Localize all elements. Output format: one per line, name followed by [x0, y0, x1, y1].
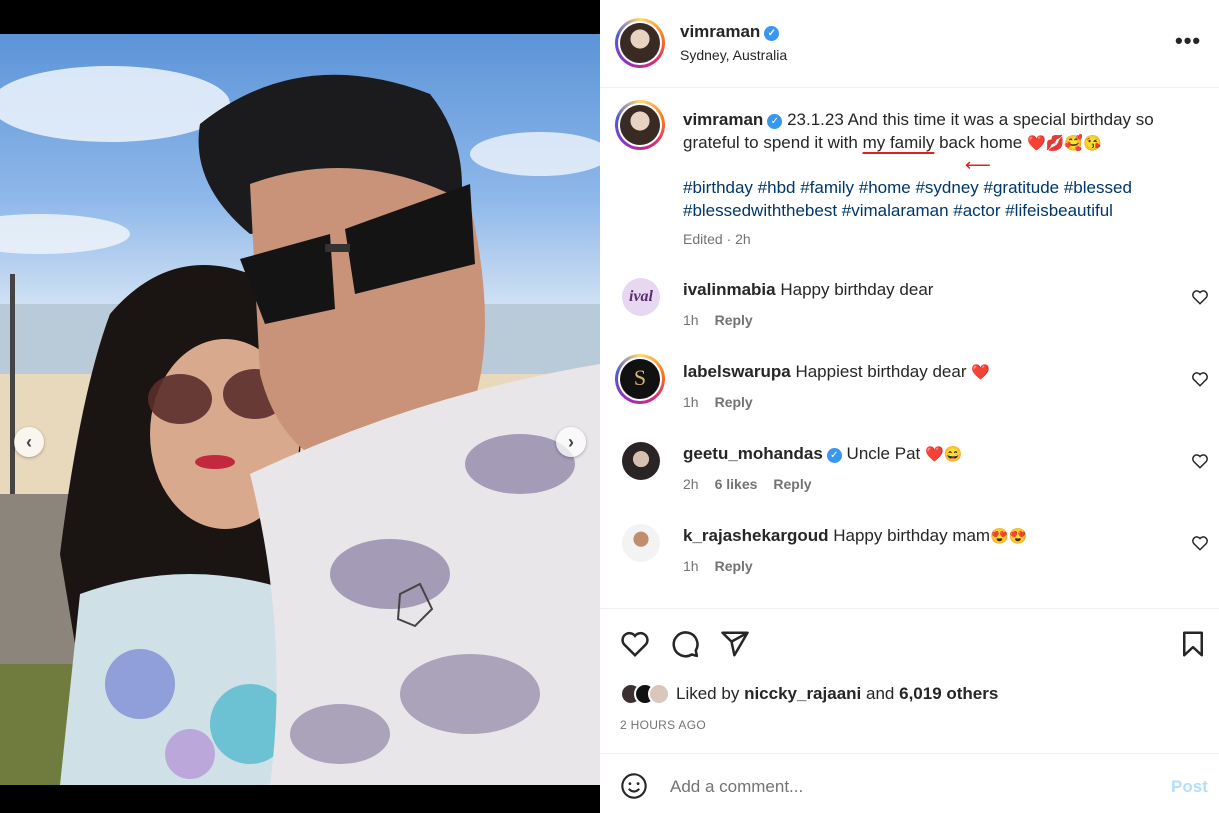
caption-body-end: back home: [939, 133, 1023, 152]
like-comment-heart-icon[interactable]: [1191, 370, 1209, 388]
chevron-left-icon: ‹: [26, 431, 32, 452]
comment-likes[interactable]: 6 likes: [715, 476, 758, 492]
bookmark-icon[interactable]: [1178, 629, 1208, 659]
commenter-avatar-logo: S: [620, 359, 660, 399]
comment-time: 2h: [683, 476, 699, 492]
previous-image-button[interactable]: ‹: [14, 427, 44, 457]
smile-icon[interactable]: [620, 772, 648, 800]
author-avatar[interactable]: [615, 18, 665, 68]
commenter-avatar[interactable]: ival: [622, 278, 660, 316]
liked-by-user[interactable]: niccky_rajaani: [744, 684, 861, 703]
commenter-username[interactable]: k_rajashekargoud: [683, 526, 829, 545]
post-actions: Liked by niccky_rajaani and 6,019 others…: [600, 608, 1219, 753]
commenter-avatar[interactable]: [622, 524, 660, 562]
verified-icon: ✓: [764, 26, 780, 41]
liked-by-others[interactable]: 6,019 others: [899, 684, 998, 703]
caption-edited-time: Edited · 2h: [683, 231, 751, 247]
caption-text: vimraman ✓ 23.1.23 And this time it was a…: [683, 108, 1183, 155]
reply-button[interactable]: Reply: [715, 558, 753, 574]
comment-input[interactable]: Add a comment...: [670, 777, 803, 797]
author-username[interactable]: vimraman: [680, 22, 760, 41]
add-comment-bar: Add a comment... Post: [600, 753, 1219, 813]
comment-item: S labelswarupa Happiest birthday dear ❤️…: [615, 354, 1208, 424]
liked-by-row: Liked by niccky_rajaani and 6,019 others: [620, 681, 998, 707]
liked-by-prefix: Liked by: [676, 684, 740, 703]
caption-date: 23.1.23: [787, 110, 844, 129]
comment-text: Happy birthday mam: [833, 526, 991, 545]
commenter-username[interactable]: ivalinmabia: [683, 280, 776, 299]
comment-time: 1h: [683, 558, 699, 574]
comment-item: k_rajashekargoud Happy birthday mam😍😍 1h…: [615, 524, 1208, 594]
comment-time: 1h: [683, 312, 699, 328]
heart-icon[interactable]: [620, 629, 650, 659]
comment-text: Uncle Pat: [846, 444, 921, 463]
comment-item: geetu_mohandas ✓ Uncle Pat ❤️😄 2h 6 likes R…: [615, 442, 1208, 512]
caption-highlight: my family: [862, 133, 935, 152]
post-location[interactable]: Sydney, Australia: [680, 47, 787, 63]
caption-avatar[interactable]: [615, 100, 665, 150]
like-comment-heart-icon[interactable]: [1191, 288, 1209, 306]
comment-item: ival ivalinmabia Happy birthday dear 1h R…: [615, 278, 1208, 348]
comment-emoji: ❤️😄: [924, 446, 963, 463]
post-comment-button[interactable]: Post: [1171, 777, 1208, 797]
post-header: vimraman ✓ Sydney, Australia •••: [600, 0, 1219, 88]
commenter-avatar[interactable]: [622, 442, 660, 480]
post-sidebar: vimraman ✓ Sydney, Australia ••• vimraman…: [600, 0, 1219, 813]
comment-icon[interactable]: [670, 629, 700, 659]
comment-text: Happiest birthday dear: [795, 362, 967, 381]
caption-hashtags[interactable]: #birthday #hbd #family #home #sydney #gr…: [683, 176, 1183, 222]
annotation-arrow-icon: ⟵: [965, 155, 991, 175]
caption-username[interactable]: vimraman: [683, 110, 763, 129]
reply-button[interactable]: Reply: [715, 394, 753, 410]
post-image[interactable]: ‹ ›: [0, 34, 600, 785]
caption-emojis: ❤️💋🥰😘: [1026, 135, 1102, 152]
comment-emoji: ❤️: [971, 364, 990, 381]
photo-illustration: [0, 66, 600, 785]
commenter-username[interactable]: labelswarupa: [683, 362, 791, 381]
comment-text: Happy birthday dear: [780, 280, 934, 299]
comment-time: 1h: [683, 394, 699, 410]
like-comment-heart-icon[interactable]: [1191, 452, 1209, 470]
liker-avatar[interactable]: [648, 683, 670, 705]
like-comment-heart-icon[interactable]: [1191, 534, 1209, 552]
post-timestamp[interactable]: 2 HOURS AGO: [620, 718, 706, 732]
share-icon[interactable]: [720, 629, 750, 659]
commenter-avatar[interactable]: S: [615, 354, 665, 404]
liked-by-joiner: and: [866, 684, 895, 703]
verified-icon: ✓: [767, 114, 783, 129]
chevron-right-icon: ›: [568, 431, 574, 452]
reply-button[interactable]: Reply: [715, 312, 753, 328]
reply-button[interactable]: Reply: [773, 476, 811, 492]
verified-icon: ✓: [826, 448, 842, 463]
comment-emoji: 😍😍: [990, 528, 1028, 545]
next-image-button[interactable]: ›: [556, 427, 586, 457]
more-options-icon[interactable]: •••: [1175, 28, 1201, 54]
commenter-username[interactable]: geetu_mohandas: [683, 444, 823, 463]
